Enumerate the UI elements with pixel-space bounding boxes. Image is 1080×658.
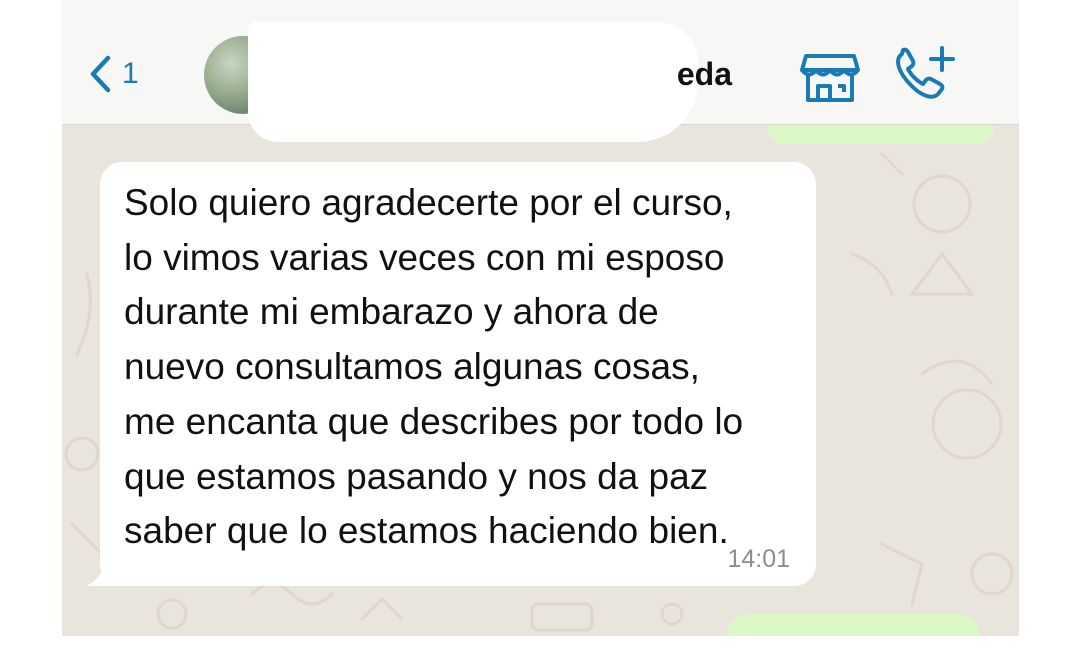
- store-icon[interactable]: [800, 52, 860, 104]
- back-button[interactable]: 1: [88, 48, 168, 100]
- incoming-message-bubble[interactable]: Solo quiero agradecerte por el curso, lo…: [100, 162, 816, 586]
- chat-header: 1 eda: [62, 0, 1019, 142]
- chat-screen: 1 eda Solo quiero agradecerte por el cur…: [62, 0, 1019, 636]
- next-outgoing-message[interactable]: [726, 614, 980, 636]
- chevron-left-icon: [90, 55, 111, 93]
- unread-count: 1: [122, 57, 139, 90]
- message-text: Solo quiero agradecerte por el curso, lo…: [124, 182, 744, 552]
- phone-plus-icon[interactable]: [892, 44, 956, 106]
- contact-name[interactable]: eda: [532, 56, 732, 93]
- message-timestamp: 14:01: [727, 545, 790, 573]
